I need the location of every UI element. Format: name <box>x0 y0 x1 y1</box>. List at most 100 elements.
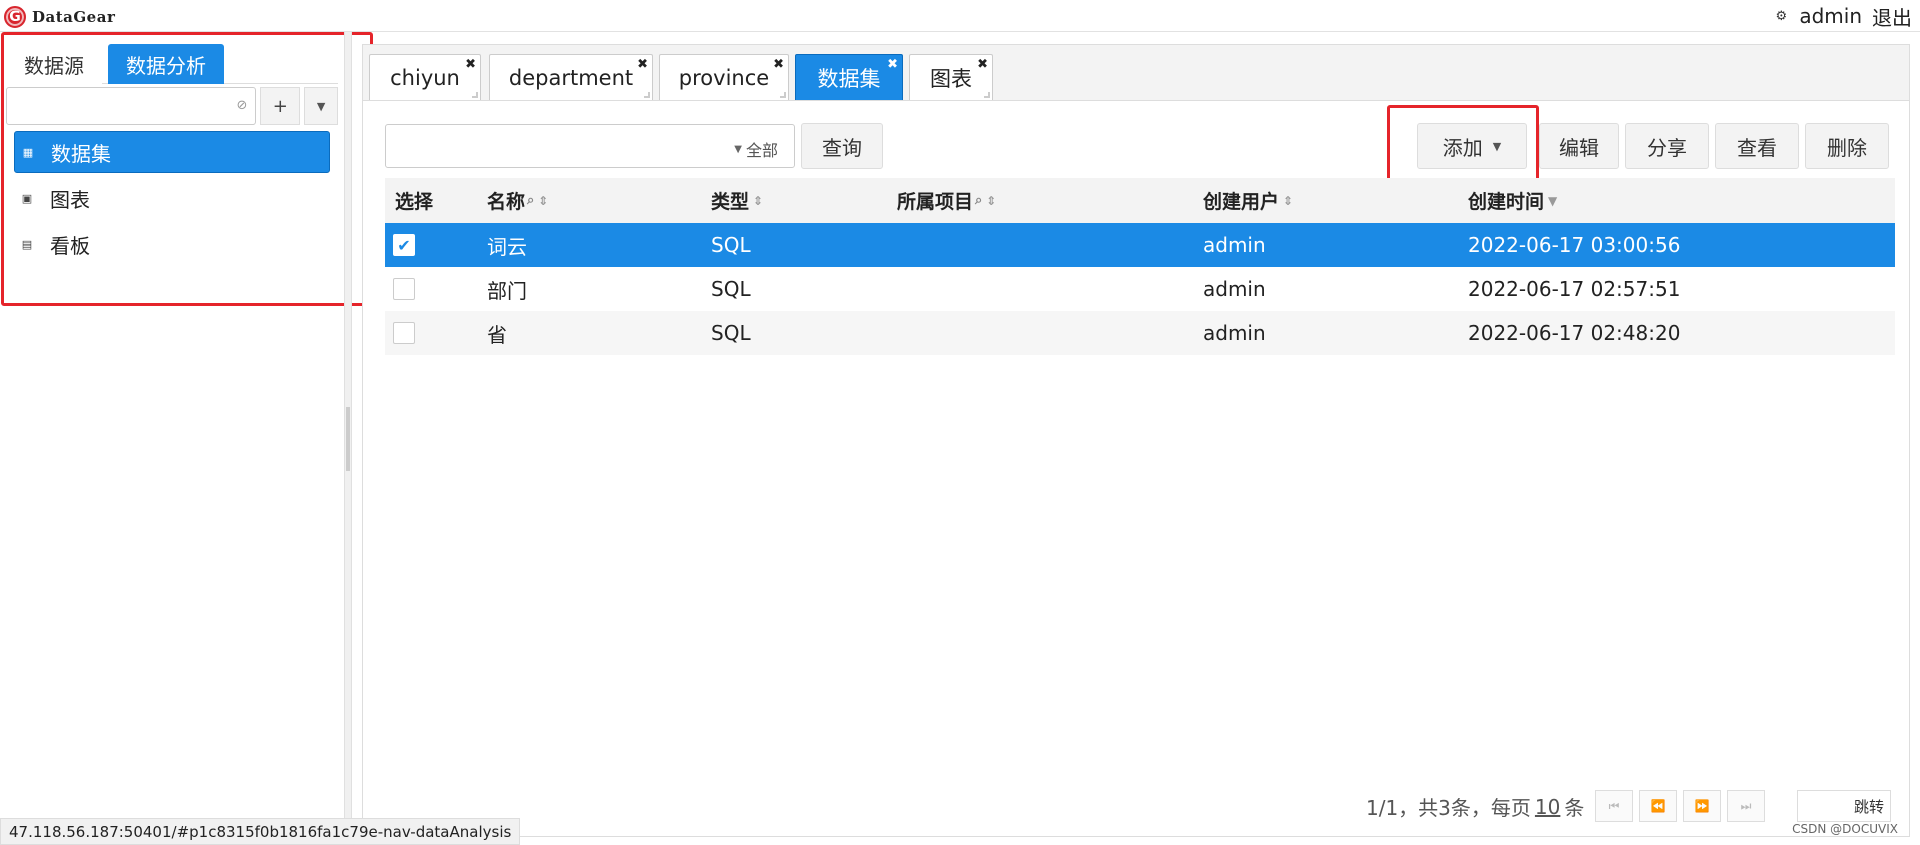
chevron-down-icon[interactable]: ▼ <box>304 87 338 125</box>
left-nav: ▦ 数据集 ▣ 图表 ▤ 看板 <box>14 131 330 269</box>
column-name[interactable]: 名称 ⌕ ⇕ <box>487 178 548 223</box>
prev-page-icon[interactable]: ⏪ <box>1639 790 1677 822</box>
username[interactable]: admin <box>1799 4 1862 28</box>
search-input[interactable]: ▼ 全部 <box>385 124 795 168</box>
resize-handle-icon <box>644 92 650 98</box>
nav-item-label: 看板 <box>50 233 90 258</box>
dataset-table: 选择 名称 ⌕ ⇕ 类型 ⇕ 所属项目 ⌕ ⇕ 创建用户 ⇕ 创建时间 ▼ ✔ … <box>385 178 1895 355</box>
sort-icon[interactable]: ⇕ <box>753 194 763 208</box>
gear-icon[interactable]: ⚙ <box>1773 9 1789 24</box>
close-icon[interactable]: ✖ <box>637 57 648 72</box>
left-toolbar: ⊘ + ▼ <box>6 87 338 131</box>
jump-label[interactable]: 跳转 <box>1854 796 1884 817</box>
app-name: DataGear <box>32 8 116 26</box>
close-icon[interactable]: ✖ <box>887 57 898 72</box>
watermark: CSDN @DOCUVIX <box>1792 822 1898 836</box>
row-checkbox[interactable] <box>393 322 415 344</box>
table-row[interactable]: ✔ 词云 SQL admin 2022-06-17 03:00:56 <box>385 223 1895 267</box>
add-button[interactable]: 添加 ▼ <box>1417 123 1527 169</box>
column-user[interactable]: 创建用户 ⇕ <box>1203 178 1293 223</box>
top-header: G DataGear ⚙ admin 退出 <box>0 0 1920 32</box>
query-button[interactable]: 查询 <box>801 123 883 169</box>
tab-label: 数据集 <box>817 66 881 91</box>
tab-department[interactable]: department ✖ <box>489 54 653 100</box>
next-page-icon[interactable]: ⏩ <box>1683 790 1721 822</box>
column-select: 选择 <box>395 178 433 223</box>
tab-chart[interactable]: 图表 ✖ <box>909 54 993 100</box>
delete-button[interactable]: 删除 <box>1805 123 1889 169</box>
tab-datasource[interactable]: 数据源 <box>6 44 102 84</box>
jump-input[interactable]: 跳转 <box>1797 790 1891 822</box>
left-search-input[interactable]: ⊘ <box>6 87 257 125</box>
sort-desc-icon[interactable]: ▼ <box>1548 194 1557 208</box>
panel-splitter[interactable] <box>344 32 352 837</box>
row-checkbox[interactable]: ✔ <box>393 234 415 256</box>
table-header: 选择 名称 ⌕ ⇕ 类型 ⇕ 所属项目 ⌕ ⇕ 创建用户 ⇕ 创建时间 ▼ <box>385 178 1895 223</box>
column-type[interactable]: 类型 ⇕ <box>711 178 763 223</box>
status-url: 47.118.56.187:50401/#p1c8315f0b1816fa1c7… <box>0 818 521 845</box>
cell-type: SQL <box>711 233 751 257</box>
cell-name: 部门 <box>487 278 527 303</box>
cell-created: 2022-06-17 02:57:51 <box>1468 277 1681 301</box>
splitter-handle[interactable] <box>346 407 350 471</box>
view-button[interactable]: 查看 <box>1715 123 1799 169</box>
dataset-icon: ▦ <box>22 145 34 159</box>
logout-link[interactable]: 退出 <box>1872 2 1912 31</box>
add-button[interactable]: + <box>260 87 301 125</box>
tab-dataset[interactable]: 数据集 ✖ <box>795 54 903 100</box>
app-logo[interactable]: G DataGear <box>4 5 115 29</box>
user-area: ⚙ admin 退出 <box>1773 2 1913 31</box>
cell-created: 2022-06-17 03:00:56 <box>1468 233 1681 257</box>
left-panel: 数据源 数据分析 ⊘ + ▼ ▦ 数据集 ▣ 图表 ▤ 看板 <box>0 32 373 837</box>
datagear-logo-icon: G <box>4 6 26 28</box>
resize-handle-icon <box>984 92 990 98</box>
search-scope-label: 全部 <box>745 141 778 160</box>
main-panel: chiyun ✖ department ✖ province ✖ 数据集 ✖ 图… <box>362 44 1910 837</box>
nav-item-dataset[interactable]: ▦ 数据集 <box>14 131 330 173</box>
sort-icon[interactable]: ⇕ <box>1283 194 1293 208</box>
close-icon[interactable]: ✖ <box>465 57 476 72</box>
nav-item-dashboard[interactable]: ▤ 看板 <box>14 223 330 265</box>
table-row[interactable]: 部门 SQL admin 2022-06-17 02:57:51 <box>385 267 1895 311</box>
nav-item-label: 图表 <box>50 187 90 212</box>
tab-label: chiyun <box>390 65 460 90</box>
last-page-icon[interactable]: ⏭ <box>1727 790 1765 822</box>
search-icon[interactable]: ⌕ <box>975 193 982 208</box>
sort-icon[interactable]: ⇕ <box>986 194 996 208</box>
pagination-summary: 1/1，共3条，每页 10 条 <box>1366 792 1584 821</box>
column-label: 所属项目 <box>897 191 974 213</box>
tab-label: 图表 <box>930 66 972 91</box>
search-icon[interactable]: ⌕ <box>527 193 534 208</box>
close-icon[interactable]: ✖ <box>977 57 988 72</box>
pagination-info: 1/1，共3条，每页 <box>1366 796 1531 820</box>
table-row[interactable]: 省 SQL admin 2022-06-17 02:48:20 <box>385 311 1895 355</box>
per-page-select[interactable]: 10 <box>1535 795 1560 819</box>
cell-user: admin <box>1203 233 1266 257</box>
cell-type: SQL <box>711 277 751 301</box>
dashboard-icon: ▤ <box>21 237 33 251</box>
nav-item-chart[interactable]: ▣ 图表 <box>14 177 330 219</box>
sort-icon[interactable]: ⇕ <box>538 194 548 208</box>
cell-created: 2022-06-17 02:48:20 <box>1468 321 1681 345</box>
column-label: 创建用户 <box>1203 191 1280 213</box>
nav-item-label: 数据集 <box>51 141 111 166</box>
clear-icon[interactable]: ⊘ <box>237 98 248 113</box>
tab-data-analysis[interactable]: 数据分析 <box>108 44 224 84</box>
row-checkbox[interactable] <box>393 278 415 300</box>
edit-button[interactable]: 编辑 <box>1539 123 1619 169</box>
resize-handle-icon <box>472 92 478 98</box>
tab-province[interactable]: province ✖ <box>659 54 789 100</box>
left-tab-bar: 数据源 数据分析 <box>6 38 338 84</box>
add-button-label: 添加 <box>1442 135 1483 160</box>
cell-user: admin <box>1203 277 1266 301</box>
caret-down-icon: ▼ <box>1492 139 1502 153</box>
tab-chiyun[interactable]: chiyun ✖ <box>369 54 481 100</box>
search-scope-select[interactable]: ▼ 全部 <box>734 137 778 161</box>
share-button[interactable]: 分享 <box>1625 123 1709 169</box>
close-icon[interactable]: ✖ <box>773 57 784 72</box>
pagination: 1/1，共3条，每页 10 条 ⏮ ⏪ ⏩ ⏭ 跳转 <box>363 780 1909 830</box>
first-page-icon[interactable]: ⏮ <box>1595 790 1633 822</box>
column-project[interactable]: 所属项目 ⌕ ⇕ <box>897 178 996 223</box>
resize-handle-icon <box>780 92 786 98</box>
column-created[interactable]: 创建时间 ▼ <box>1468 178 1557 223</box>
